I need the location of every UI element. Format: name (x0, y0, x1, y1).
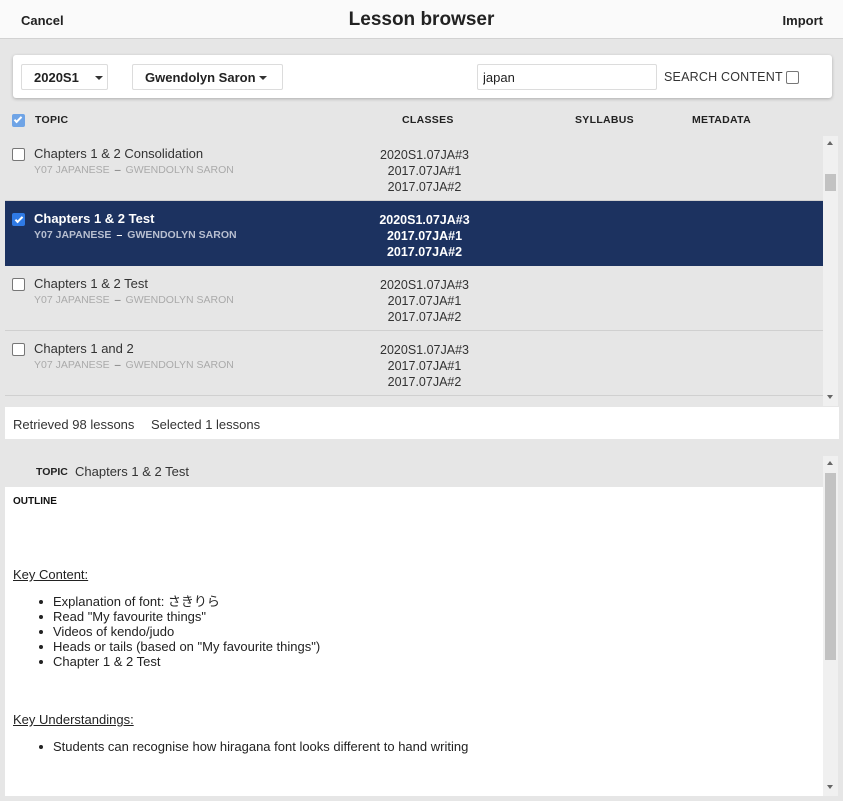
scroll-up-icon[interactable] (827, 461, 833, 465)
list-scrollbar[interactable] (823, 136, 838, 406)
scroll-up-icon[interactable] (827, 141, 833, 145)
lesson-title: Chapters 1 & 2 Consolidation (34, 146, 204, 161)
selected-count: Selected 1 lessons (151, 417, 261, 432)
lesson-teacher: GWENDOLYN SARON (125, 359, 234, 371)
list-item: Heads or tails (based on "My favourite t… (38, 639, 321, 654)
lesson-title: Chapters 1 and 2 (34, 341, 134, 356)
search-input[interactable] (477, 64, 657, 90)
retrieved-count: Retrieved 98 lessons (13, 417, 135, 432)
list-item: Explanation of font: さきりら (38, 594, 320, 609)
topic-label: TOPIC (36, 466, 68, 478)
class-code: 2017.07JA#2 (387, 310, 462, 324)
column-header-metadata[interactable]: METADATA (692, 114, 751, 126)
key-content-list: Explanation of font: さきりら Read "My favou… (38, 594, 321, 669)
detail-scrollbar[interactable] (823, 456, 838, 796)
teacher-value: Gwendolyn Saron (145, 70, 256, 85)
lesson-subject: Y07 JAPANESE (34, 229, 112, 241)
lesson-row[interactable]: Chapters 1 & 2 Consolidation Y07 JAPANES… (5, 136, 823, 201)
separator: – (114, 359, 121, 371)
scroll-thumb[interactable] (825, 174, 836, 191)
class-code: 2017.07JA#1 (387, 164, 462, 178)
lesson-row[interactable]: Chapters 1 and 2 Y07 JAPANESE – GWENDOLYN … (5, 331, 823, 396)
status-bar: Retrieved 98 lessons Selected 1 lessons (5, 407, 839, 439)
lesson-subtitle: Y07 JAPANESE – GWENDOLYN SARON (34, 359, 234, 371)
lesson-subtitle: Y07 JAPANESE – GWENDOLYN SARON (34, 229, 237, 241)
checkmark-icon (14, 214, 24, 224)
caret-down-icon (259, 76, 267, 80)
semester-value: 2020S1 (34, 70, 79, 85)
teacher-dropdown[interactable]: Gwendolyn Saron (132, 64, 283, 90)
class-code: 2020S1.07JA#3 (380, 343, 469, 357)
key-understandings-heading: Key Understandings: (13, 712, 134, 727)
lesson-classes: 2020S1.07JA#3 2017.07JA#1 2017.07JA#2 (327, 342, 522, 390)
checkmark-icon (13, 114, 23, 124)
lesson-subject: Y07 JAPANESE (34, 164, 110, 176)
header-bar: Cancel Lesson browser Import (0, 0, 843, 39)
lesson-classes: 2020S1.07JA#3 2017.07JA#1 2017.07JA#2 (327, 147, 522, 195)
scroll-thumb[interactable] (825, 473, 836, 660)
column-header-syllabus[interactable]: SYLLABUS (575, 114, 634, 126)
class-code: 2020S1.07JA#3 (380, 148, 469, 162)
key-content-heading: Key Content: (13, 567, 89, 582)
separator: – (116, 229, 123, 241)
row-checkbox[interactable] (12, 343, 25, 356)
lesson-title: Chapters 1 & 2 Test (34, 211, 155, 226)
class-code: 2017.07JA#1 (387, 359, 462, 373)
search-content-label: SEARCH CONTENT (664, 70, 783, 84)
lesson-teacher: GWENDOLYN SARON (125, 294, 234, 306)
select-all-checkbox[interactable] (12, 114, 25, 127)
row-checkbox[interactable] (12, 213, 25, 226)
outline-label: OUTLINE (13, 496, 57, 507)
list-item: Students can recognise how hiragana font… (38, 739, 469, 754)
semester-dropdown[interactable]: 2020S1 (21, 64, 108, 90)
separator: – (114, 294, 121, 306)
key-understandings-list: Students can recognise how hiragana font… (38, 739, 469, 754)
lesson-list: Chapters 1 & 2 Consolidation Y07 JAPANES… (5, 136, 823, 404)
lesson-subject: Y07 JAPANESE (34, 359, 110, 371)
lesson-teacher: GWENDOLYN SARON (127, 229, 237, 241)
lesson-subject: Y07 JAPANESE (34, 294, 110, 306)
import-button[interactable]: Import (783, 13, 823, 28)
search-content-checkbox[interactable] (786, 71, 799, 84)
lesson-classes: 2020S1.07JA#3 2017.07JA#1 2017.07JA#2 (327, 212, 522, 260)
class-code: 2020S1.07JA#3 (379, 213, 470, 227)
column-header-classes[interactable]: CLASSES (402, 114, 454, 126)
page-title: Lesson browser (348, 9, 495, 30)
outline-panel: OUTLINE Key Content: Explanation of font… (5, 487, 823, 796)
lesson-classes: 2020S1.07JA#3 2017.07JA#1 2017.07JA#2 (327, 277, 522, 325)
filter-bar: 2020S1 Gwendolyn Saron SEARCH CONTENT (13, 55, 832, 98)
lesson-teacher: GWENDOLYN SARON (125, 164, 234, 176)
list-item: Chapter 1 & 2 Test (38, 654, 320, 669)
lesson-title: Chapters 1 & 2 Test (34, 276, 148, 291)
caret-down-icon (95, 76, 103, 80)
lesson-subtitle: Y07 JAPANESE – GWENDOLYN SARON (34, 164, 234, 176)
separator: – (114, 164, 121, 176)
lesson-subtitle: Y07 JAPANESE – GWENDOLYN SARON (34, 294, 234, 306)
row-checkbox[interactable] (12, 278, 25, 291)
class-code: 2017.07JA#2 (387, 375, 462, 389)
class-code: 2017.07JA#1 (387, 294, 462, 308)
class-code: 2020S1.07JA#3 (380, 278, 469, 292)
list-item: Read "My favourite things" (38, 609, 320, 624)
class-code: 2017.07JA#2 (386, 245, 463, 259)
lesson-row-selected[interactable]: Chapters 1 & 2 Test Y07 JAPANESE – GWENDOL… (5, 201, 823, 266)
list-item: Videos of kendo/judo (38, 624, 320, 639)
topic-value: Chapters 1 & 2 Test (75, 464, 189, 479)
lesson-row[interactable]: Chapters 1 & 2 Test Y07 JAPANESE – GWENDOL… (5, 266, 823, 331)
scroll-down-icon[interactable] (827, 395, 833, 399)
class-code: 2017.07JA#2 (387, 180, 462, 194)
column-header-topic[interactable]: TOPIC (35, 114, 68, 126)
class-code: 2017.07JA#1 (386, 229, 463, 243)
scroll-down-icon[interactable] (827, 785, 833, 789)
row-checkbox[interactable] (12, 148, 25, 161)
